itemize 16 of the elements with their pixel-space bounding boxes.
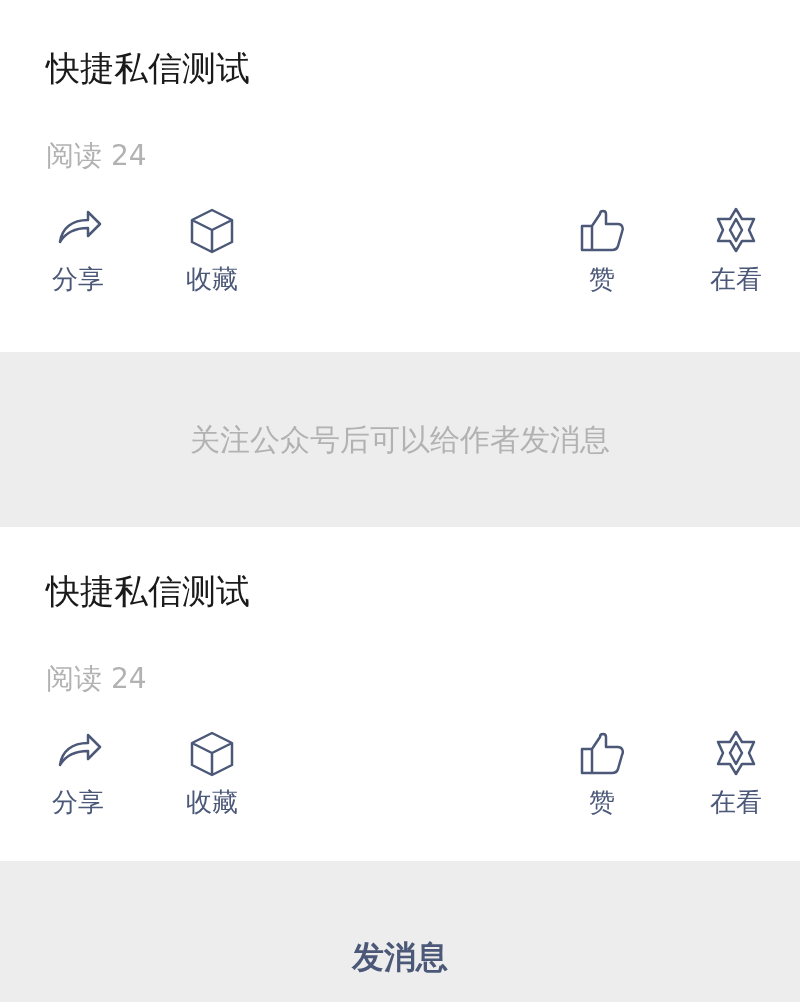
article-title: 快捷私信测试: [46, 47, 251, 90]
favorite-button[interactable]: 收藏: [180, 206, 244, 296]
wow-button[interactable]: 在看: [704, 206, 768, 296]
read-count: 阅读 24: [46, 138, 147, 174]
article-title: 快捷私信测试: [46, 570, 251, 613]
favorite-button[interactable]: 收藏: [180, 729, 244, 819]
read-count: 阅读 24: [46, 661, 147, 697]
notice-text: 关注公众号后可以给作者发消息: [190, 421, 610, 459]
like-button[interactable]: 赞: [570, 206, 634, 296]
share-button[interactable]: 分享: [46, 206, 110, 296]
send-message-button[interactable]: 发消息: [352, 933, 448, 981]
share-button[interactable]: 分享: [46, 729, 110, 819]
like-button[interactable]: 赞: [570, 729, 634, 819]
cube-icon: [188, 729, 236, 777]
wow-button[interactable]: 在看: [704, 729, 768, 819]
cube-icon: [188, 206, 236, 254]
